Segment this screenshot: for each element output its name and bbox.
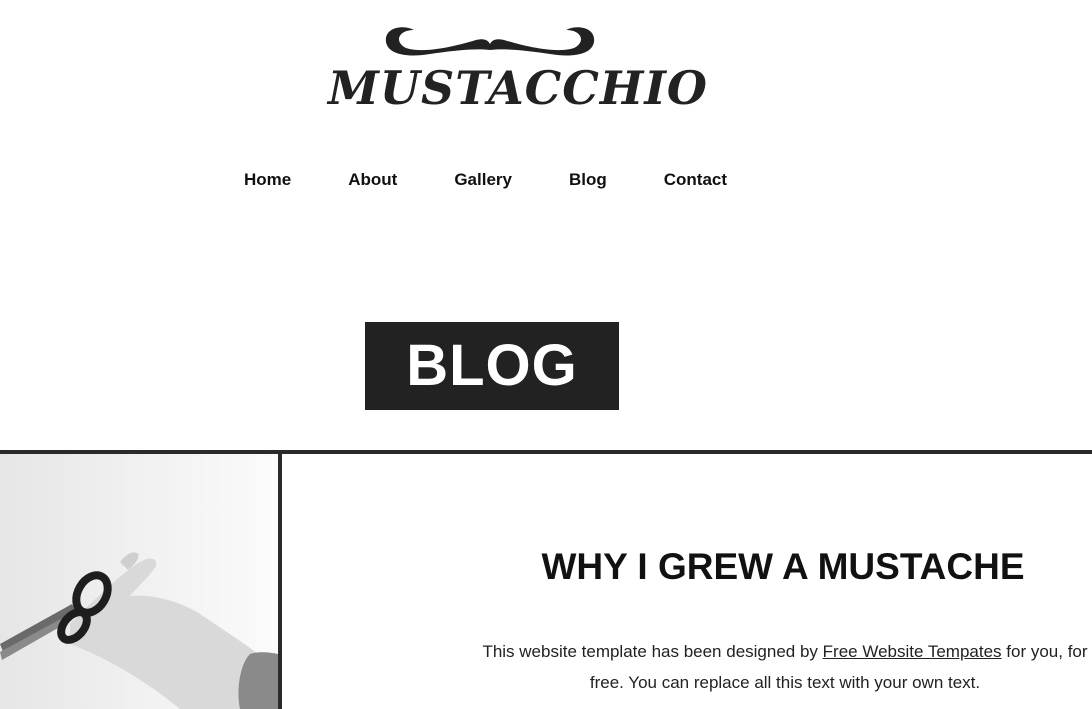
nav-blog[interactable]: Blog [569, 168, 607, 192]
logo-link[interactable]: MUSTACCHIO [328, 24, 708, 116]
nav-about[interactable]: About [348, 168, 397, 192]
page-title-banner: BLOG [365, 322, 619, 410]
post-title[interactable]: WHY I GREW A MUSTACHE [474, 544, 1092, 590]
vertical-divider [278, 454, 282, 709]
post-body: This website template has been designed … [474, 636, 1092, 698]
mustache-icon [385, 27, 595, 56]
post-image[interactable] [0, 454, 278, 709]
post-body-text-start: This website template has been designed … [482, 642, 823, 661]
nav-gallery[interactable]: Gallery [454, 168, 512, 192]
nav-contact[interactable]: Contact [664, 168, 727, 192]
free-website-templates-link[interactable]: Free Website Tempates [823, 642, 1002, 661]
scissors-photo [0, 454, 278, 709]
nav-home[interactable]: Home [244, 168, 291, 192]
logo-text: MUSTACCHIO [328, 61, 708, 115]
main-nav: Home About Gallery Blog Contact [244, 168, 727, 192]
